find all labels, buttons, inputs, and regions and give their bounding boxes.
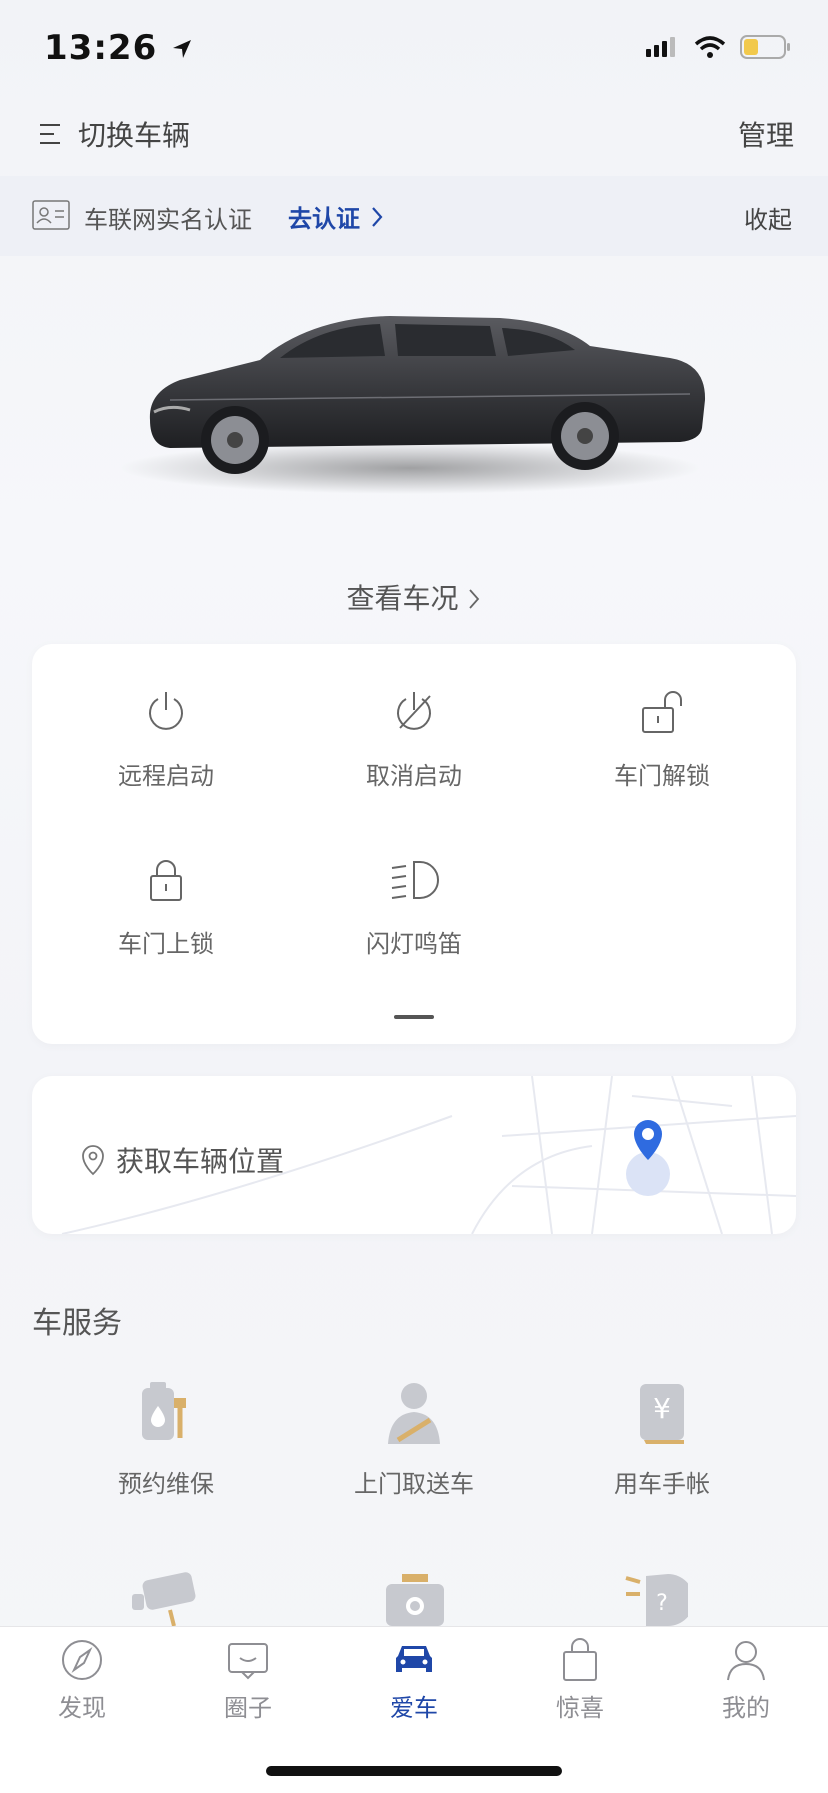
get-location-label[interactable]: 获取车辆位置 xyxy=(80,1140,284,1180)
menu-icon xyxy=(40,124,60,144)
collapse-button[interactable]: 收起 xyxy=(744,200,792,235)
chevron-right-icon xyxy=(469,589,480,609)
dashcam-service-icon xyxy=(386,1574,444,1626)
pickup-delivery-button[interactable]: 上门取送车 xyxy=(304,1380,524,1499)
help-service-icon: ? xyxy=(625,1574,688,1626)
tab-profile[interactable]: 我的 xyxy=(686,1638,806,1723)
view-vehicle-status-link[interactable]: 查看车况 xyxy=(0,577,828,617)
svg-text:?: ? xyxy=(656,1591,668,1616)
power-icon xyxy=(149,692,183,730)
switch-vehicle-label: 切换车辆 xyxy=(78,119,191,152)
battery-icon xyxy=(740,35,790,59)
tab-surprise[interactable]: 惊喜 xyxy=(520,1638,640,1723)
verification-text: 车联网实名认证 xyxy=(84,206,252,234)
tab-discover[interactable]: 发现 xyxy=(22,1638,142,1723)
tab-my-car[interactable]: 爱车 xyxy=(354,1638,474,1723)
wifi-icon xyxy=(694,36,726,58)
status-icons xyxy=(644,34,792,60)
bag-icon xyxy=(563,1638,597,1681)
driver-icon xyxy=(388,1383,440,1444)
handbook-icon: ¥ xyxy=(640,1384,684,1444)
chevron-right-icon xyxy=(372,206,383,227)
car-image xyxy=(120,316,706,494)
profile-icon xyxy=(727,1641,765,1681)
car-icon xyxy=(396,1646,432,1672)
headlight-icon xyxy=(391,861,439,899)
lock-icon xyxy=(150,860,182,901)
cellular-signal-icon xyxy=(646,37,675,57)
chat-icon xyxy=(228,1643,268,1680)
svg-text:¥: ¥ xyxy=(653,1392,671,1425)
door-lock-button[interactable]: 车门上锁 xyxy=(56,858,276,959)
home-indicator xyxy=(266,1766,562,1776)
services-title: 车服务 xyxy=(32,1306,122,1341)
cancel-start-button[interactable]: 取消启动 xyxy=(304,690,524,791)
location-arrow-icon xyxy=(173,40,192,58)
remote-start-button[interactable]: 远程启动 xyxy=(56,690,276,791)
maintenance-booking-button[interactable]: 预约维保 xyxy=(56,1380,276,1499)
remote-control-card: 远程启动 取消启动 车门解锁 车门上锁 闪灯鸣笛 xyxy=(32,644,796,1044)
camera-service-icon xyxy=(132,1572,196,1626)
status-time: 13:26 xyxy=(44,28,194,68)
unlock-icon xyxy=(642,691,682,733)
tab-community[interactable]: 圈子 xyxy=(188,1638,308,1723)
switch-vehicle-button[interactable]: 切换车辆 xyxy=(38,114,190,154)
power-off-icon xyxy=(397,692,431,730)
location-outline-icon xyxy=(82,1145,104,1176)
page-indicator xyxy=(394,1015,434,1019)
oil-service-icon xyxy=(142,1382,186,1440)
door-unlock-button[interactable]: 车门解锁 xyxy=(552,690,772,791)
manage-button[interactable]: 管理 xyxy=(738,114,794,154)
vehicle-handbook-button[interactable]: ¥ 用车手帐 xyxy=(552,1380,772,1499)
location-pin-icon xyxy=(634,1120,662,1160)
id-card-icon xyxy=(32,200,70,230)
flash-horn-button[interactable]: 闪灯鸣笛 xyxy=(304,858,524,959)
compass-icon xyxy=(62,1640,102,1680)
go-verify-link[interactable]: 去认证 xyxy=(288,199,384,234)
